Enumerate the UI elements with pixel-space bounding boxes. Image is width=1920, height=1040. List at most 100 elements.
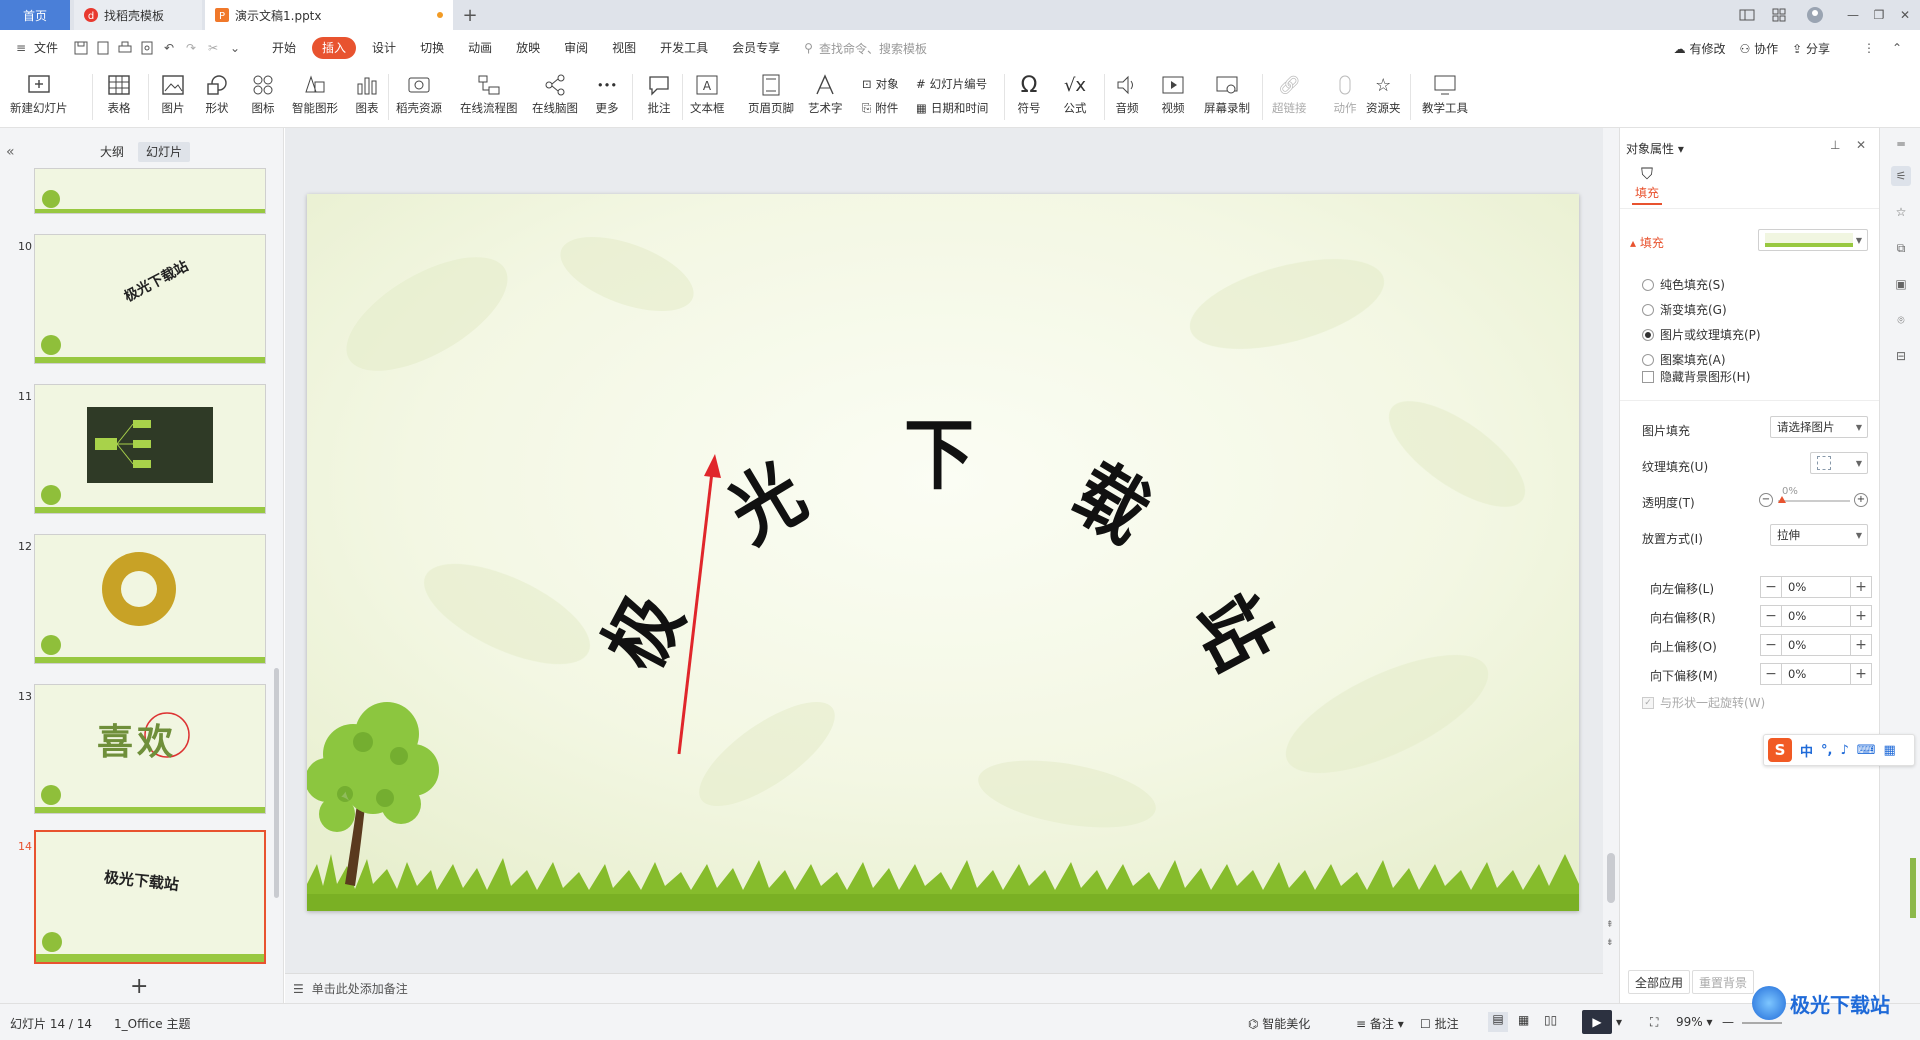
slide-thumbnail-13[interactable]: 喜欢 <box>34 684 266 814</box>
textbox-button[interactable]: A 文本框 <box>690 70 725 126</box>
picture-tools-icon[interactable]: ▣ <box>1891 274 1911 294</box>
menu-item-6[interactable]: 审阅 <box>552 37 600 59</box>
offset-value[interactable]: 0% <box>1781 664 1851 684</box>
menu-item-1[interactable]: 插入 <box>312 37 357 59</box>
animation-icon[interactable]: ☆ <box>1891 202 1911 222</box>
slide-thumbnail-12[interactable] <box>34 534 266 664</box>
screen-record-button[interactable]: 屏幕录制 <box>1204 70 1250 126</box>
share-button[interactable]: ⇪ 分享 <box>1792 40 1830 57</box>
minimize-button[interactable]: — <box>1844 6 1862 24</box>
comment-toggle-button[interactable]: ☐ 批注 <box>1420 1015 1459 1032</box>
chart-button[interactable]: 图表 <box>352 70 382 126</box>
menu-item-3[interactable]: 切换 <box>408 37 456 59</box>
scroll-up-icon[interactable]: ⇞ <box>1606 920 1614 930</box>
collab-button[interactable]: ⚇ 协作 <box>1740 40 1779 57</box>
user-avatar[interactable] <box>1806 6 1824 24</box>
offset-stepper-3[interactable]: −0% + <box>1760 663 1872 685</box>
redo-icon[interactable]: ↷ <box>180 37 202 59</box>
new-slide-button[interactable]: 新建幻灯片 <box>10 70 68 126</box>
menu-item-4[interactable]: 动画 <box>456 37 504 59</box>
symbol-button[interactable]: Ω 符号 <box>1014 70 1044 126</box>
panel-scrollbar[interactable] <box>274 668 279 898</box>
formula-button[interactable]: √x 公式 <box>1060 70 1090 126</box>
grid-apps-icon[interactable] <box>1770 6 1788 24</box>
transparency-plus-icon[interactable]: + <box>1854 493 1868 507</box>
resource-folder-button[interactable]: ☆ 资源夹 <box>1366 70 1401 126</box>
mindmap-button[interactable]: 在线脑图 <box>532 70 578 126</box>
offset-value[interactable]: 0% <box>1781 606 1851 626</box>
hide-bg-checkbox[interactable]: 隐藏背景图形(H) <box>1642 368 1750 385</box>
teaching-tools-button[interactable]: 教学工具 <box>1422 70 1468 126</box>
new-tab-button[interactable]: + <box>458 0 482 30</box>
panel-title[interactable]: 对象属性 ▾ <box>1626 140 1684 157</box>
properties-icon[interactable]: ⚟ <box>1891 166 1911 186</box>
video-button[interactable]: 视频 <box>1158 70 1188 126</box>
menu-item-8[interactable]: 开发工具 <box>648 37 720 59</box>
slide-thumbnail-11[interactable] <box>34 384 266 514</box>
transparency-slider[interactable] <box>1778 500 1850 502</box>
theme-name[interactable]: 1_Office 主题 <box>114 1015 190 1032</box>
plus-icon[interactable]: + <box>1851 666 1871 682</box>
beautify-button[interactable]: ⌬ 智能美化 <box>1248 1015 1310 1032</box>
picture-fill-dropdown[interactable]: 请选择图片 ▼ <box>1770 416 1868 438</box>
tab-outline[interactable]: 大纲 <box>92 142 132 162</box>
texture-fill-dropdown[interactable]: ▼ <box>1810 452 1868 474</box>
notes-bar[interactable]: ☰ 单击此处添加备注 <box>285 973 1603 1003</box>
ime-toolbar[interactable]: S 中 °, ♪ ⌨ ▦ <box>1763 734 1915 766</box>
export-pdf-icon[interactable] <box>92 37 114 59</box>
slide-thumbnail-10[interactable]: 极光下载站 <box>34 234 266 364</box>
transition-icon[interactable]: ⧉ <box>1891 238 1911 258</box>
plus-icon[interactable]: + <box>1851 579 1871 595</box>
quick-access-more-icon[interactable]: ⌄ <box>224 37 246 59</box>
pin-icon[interactable]: ⊥ <box>1830 138 1840 152</box>
comment-button[interactable]: 批注 <box>644 70 674 126</box>
undo-icon[interactable]: ↶ <box>158 37 180 59</box>
object-button[interactable]: ⊡ 对象 <box>862 74 899 94</box>
notes-toggle-button[interactable]: ≡ 备注 ▾ <box>1356 1015 1404 1032</box>
zoom-out-button[interactable]: — <box>1722 1015 1734 1029</box>
minus-icon[interactable]: − <box>1761 579 1781 595</box>
reading-view-icon[interactable]: ▯▯ <box>1544 1013 1557 1027</box>
datetime-button[interactable]: ▦ 日期和时间 <box>916 98 988 118</box>
daoke-resource-button[interactable]: 稻壳资源 <box>396 70 442 126</box>
tab-document[interactable]: P 演示文稿1.pptx <box>205 0 453 30</box>
fill-option-2[interactable]: 图片或纹理填充(P) <box>1642 326 1761 343</box>
transparency-minus-icon[interactable]: − <box>1759 493 1773 507</box>
minus-icon[interactable]: − <box>1761 637 1781 653</box>
slide-canvas[interactable]: 极光下载站 <box>307 194 1579 911</box>
layout-toggle-icon[interactable] <box>1738 6 1756 24</box>
maximize-button[interactable]: ❐ <box>1870 6 1888 24</box>
scroll-thumb[interactable] <box>1607 853 1615 903</box>
icon-button[interactable]: 图标 <box>248 70 278 126</box>
shape-button[interactable]: 形状 <box>202 70 232 126</box>
tab-template[interactable]: d 找稻壳模板 <box>74 0 202 30</box>
apply-all-button[interactable]: 全部应用 <box>1628 970 1691 994</box>
format-painter-icon[interactable]: ✂ <box>202 37 224 59</box>
slideshow-dropdown-icon[interactable]: ▾ <box>1616 1015 1622 1029</box>
plus-icon[interactable]: + <box>1851 637 1871 653</box>
header-footer-button[interactable]: 页眉页脚 <box>748 70 794 126</box>
tab-slides[interactable]: 幻灯片 <box>138 142 191 162</box>
slide-thumbnail-9[interactable] <box>34 168 266 214</box>
sidebar-menu-icon[interactable]: ═ <box>1891 134 1911 154</box>
print-icon[interactable] <box>114 37 136 59</box>
fit-window-icon[interactable]: ⛶ <box>1650 1015 1658 1030</box>
book-icon[interactable]: ⊟ <box>1891 346 1911 366</box>
plus-icon[interactable]: + <box>1851 608 1871 624</box>
slide-number-button[interactable]: # 幻灯片编号 <box>916 74 987 94</box>
collapse-ribbon-icon[interactable]: ⌃ <box>1886 37 1908 59</box>
offset-stepper-0[interactable]: −0% + <box>1760 576 1872 598</box>
fill-option-0[interactable]: 纯色填充(S) <box>1642 276 1725 293</box>
normal-view-icon[interactable]: ▤ <box>1488 1012 1508 1032</box>
menu-item-0[interactable]: 开始 <box>260 37 308 59</box>
minus-icon[interactable]: − <box>1761 666 1781 682</box>
wordart-button[interactable]: 艺术字 <box>808 70 843 126</box>
modified-status[interactable]: ☁ 有修改 <box>1674 40 1726 57</box>
reset-background-button[interactable]: 重置背景 <box>1692 970 1755 994</box>
attachment-button[interactable]: ⎘ 附件 <box>862 98 898 118</box>
offset-value[interactable]: 0% <box>1781 577 1851 597</box>
table-button[interactable]: 表格 <box>104 70 134 126</box>
canvas-vertical-scrollbar[interactable]: ⇞ ⇟ <box>1603 128 1619 1003</box>
hyperlink-button[interactable]: 🔗︎ 超链接 <box>1272 70 1307 126</box>
action-button[interactable]: 动作 <box>1330 70 1360 126</box>
